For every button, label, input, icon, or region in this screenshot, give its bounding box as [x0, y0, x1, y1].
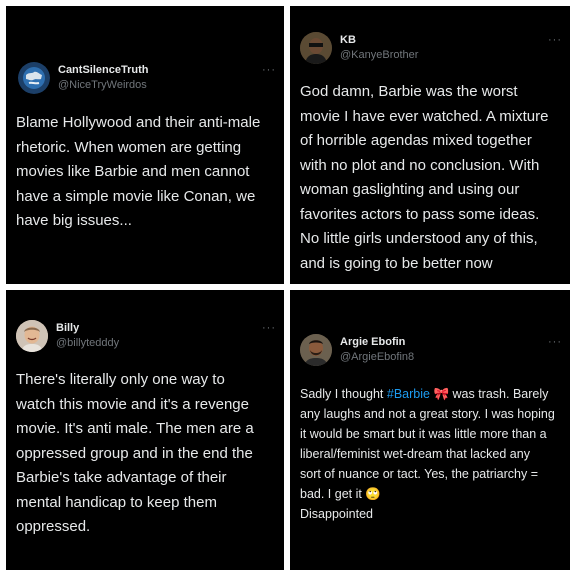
more-options-icon[interactable]: ···	[548, 336, 562, 348]
more-options-icon[interactable]: ···	[262, 64, 276, 76]
tweet-card[interactable]: CantSilenceTruth @NiceTryWeirdos ··· Bla…	[6, 6, 284, 284]
author-handle[interactable]: @ArgieEbofin8	[340, 350, 414, 365]
pink-ribbon-emoji: 🎀	[433, 387, 450, 401]
tweet-text: There's literally only one way to watch …	[16, 371, 254, 535]
author-name[interactable]: CantSilenceTruth	[58, 63, 148, 78]
tweet-text-rest: was trash. Barely any laughs and not a g…	[300, 387, 555, 501]
hashtag-link[interactable]: #Barbie	[387, 387, 430, 401]
tweet-header: Billy @billytedddy	[16, 320, 119, 352]
tweet-footer-text: Disappointed	[300, 507, 373, 521]
tweet-text-start: Sadly I thought	[300, 387, 387, 401]
earth-globe-avatar[interactable]	[18, 62, 50, 94]
tweet-card[interactable]: Argie Ebofin @ArgieEbofin8 ··· Sadly I t…	[290, 290, 570, 570]
eye-roll-emoji: 🙄	[365, 487, 381, 501]
author-name[interactable]: KB	[340, 33, 418, 48]
tweet-text: God damn, Barbie was the worst movie I h…	[300, 83, 549, 272]
author-name[interactable]: Billy	[56, 321, 119, 336]
bearded-man-avatar[interactable]	[300, 334, 332, 366]
tweet-card[interactable]: KB @KanyeBrother ··· God damn, Barbie wa…	[290, 6, 570, 284]
more-options-icon[interactable]: ···	[262, 322, 276, 334]
tweet-header: Argie Ebofin @ArgieEbofin8	[300, 334, 414, 366]
person-with-sunglasses-avatar[interactable]	[300, 32, 332, 64]
author-handle[interactable]: @KanyeBrother	[340, 48, 418, 63]
author-handle[interactable]: @billytedddy	[56, 336, 119, 351]
tweet-text: Sadly I thought #Barbie 🎀 was trash. Bar…	[300, 384, 555, 504]
tweet-header: CantSilenceTruth @NiceTryWeirdos	[18, 62, 148, 94]
author-handle[interactable]: @NiceTryWeirdos	[58, 78, 148, 93]
more-options-icon[interactable]: ···	[548, 34, 562, 46]
tweet-text: Blame Hollywood and their anti-male rhet…	[16, 114, 261, 229]
tweet-card[interactable]: Billy @billytedddy ··· There's literally…	[6, 290, 284, 570]
smiling-man-avatar[interactable]	[16, 320, 48, 352]
author-name[interactable]: Argie Ebofin	[340, 335, 414, 350]
tweet-header: KB @KanyeBrother	[300, 32, 418, 64]
